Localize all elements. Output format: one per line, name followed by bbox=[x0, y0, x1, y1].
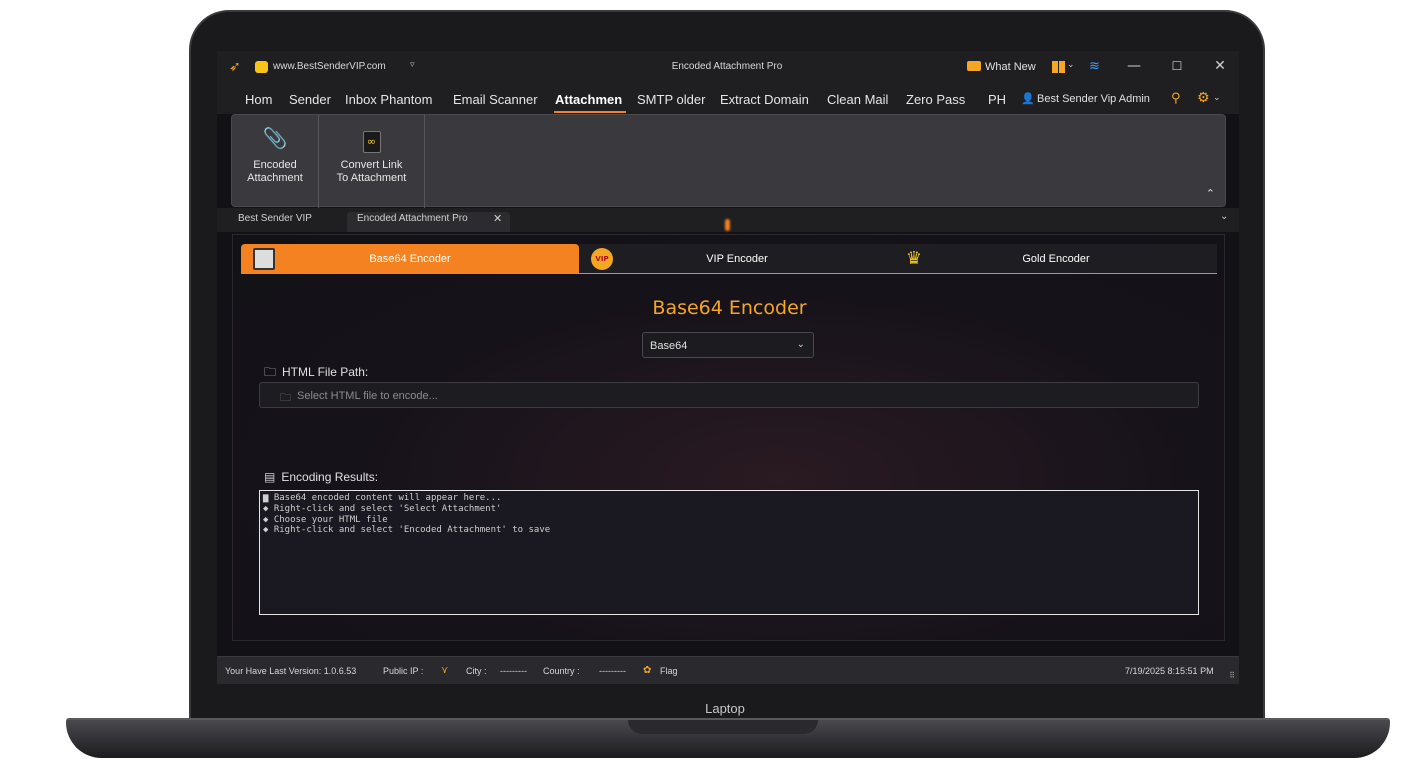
chevron-down-icon[interactable]: ⌄ bbox=[1067, 60, 1075, 70]
gear-icon[interactable]: ⚙ bbox=[1197, 90, 1210, 106]
apps-grid-icon[interactable] bbox=[1052, 61, 1065, 73]
close-button[interactable]: ✕ bbox=[1210, 58, 1230, 74]
tab-best-sender-vip[interactable]: Best Sender VIP bbox=[238, 213, 312, 224]
city-label: City : bbox=[466, 666, 487, 676]
document-icon: ▤ bbox=[264, 470, 276, 484]
html-file-path-input[interactable]: 🗀 Select HTML file to encode... bbox=[259, 382, 1199, 408]
menu-item-extract-domain[interactable]: Extract Domain bbox=[720, 92, 809, 107]
tab-vip-encoder[interactable]: VIP VIP Encoder bbox=[579, 244, 895, 274]
encoding-results-textarea[interactable]: ▆ Base64 encoded content will appear her… bbox=[259, 490, 1199, 615]
file-path-label: 🗀 HTML File Path: bbox=[264, 363, 368, 384]
tab-base64-encoder[interactable]: Base64 Encoder bbox=[241, 244, 579, 274]
site-url[interactable]: www.BestSenderVIP.com bbox=[273, 61, 386, 72]
encoded-attachment-button[interactable]: 📎 Encoded Attachment bbox=[232, 115, 319, 208]
results-label: ▤ Encoding Results: bbox=[264, 470, 379, 484]
city-value: --------- bbox=[500, 666, 527, 676]
maximize-button[interactable]: ☐ bbox=[1167, 59, 1187, 73]
version-text: Your Have Last Version: 1.0.6.53 bbox=[225, 666, 357, 676]
user-icon[interactable]: ⚲ bbox=[1171, 91, 1181, 106]
ip-icon: ⋎ bbox=[441, 665, 449, 676]
whats-new-button[interactable]: What New bbox=[985, 61, 1036, 73]
folder-icon: 🗀 bbox=[264, 365, 277, 379]
flag-icon: ✿ bbox=[643, 665, 652, 676]
admin-name[interactable]: Best Sender Vip Admin bbox=[1037, 93, 1150, 105]
public-ip-label: Public IP : bbox=[383, 666, 424, 676]
menu-item-smtp[interactable]: SMTP older bbox=[637, 92, 705, 107]
wifi-icon: ≋ bbox=[1089, 59, 1100, 74]
main-panel: Base64 Encoder VIP VIP Encoder ♛ Gold En… bbox=[232, 234, 1225, 641]
results-line: ◆ Choose your HTML file bbox=[263, 514, 388, 525]
select-value: Base64 bbox=[650, 340, 688, 352]
title-bar: ➶ www.BestSenderVIP.com ▿ Encoded Attach… bbox=[217, 51, 1239, 84]
country-label: Country : bbox=[543, 666, 580, 676]
datetime: 7/19/2025 8:15:51 PM bbox=[1125, 666, 1214, 676]
ribbon: 📎 Encoded Attachment ∞ Convert Link To A… bbox=[231, 114, 1226, 208]
site-dropdown-icon[interactable]: ▿ bbox=[410, 60, 415, 70]
tab-encoded-attachment-pro[interactable]: Encoded Attachment Pro bbox=[357, 213, 468, 224]
laptop-label: Laptop bbox=[705, 701, 745, 716]
menu-item-zero-pass[interactable]: Zero Pass bbox=[906, 92, 965, 107]
chevron-down-icon[interactable]: ⌄ bbox=[1220, 211, 1228, 222]
whats-new-icon[interactable] bbox=[967, 61, 981, 71]
link-file-icon: ∞ bbox=[319, 125, 424, 153]
ribbon-label: Convert Link To Attachment bbox=[336, 159, 407, 184]
flag-label: Flag bbox=[660, 666, 678, 676]
menu-item-attachment[interactable]: Attachmen bbox=[555, 92, 622, 107]
chevron-down-icon: ⌄ bbox=[796, 339, 805, 350]
window-title: Encoded Attachment Pro bbox=[671, 61, 783, 72]
menu-bar: Hom Sender Inbox Phantom Email Scanner A… bbox=[217, 84, 1239, 114]
laptop-notch bbox=[628, 720, 818, 734]
chevron-up-icon[interactable]: ⌃ bbox=[1206, 187, 1215, 200]
menu-item-home[interactable]: Hom bbox=[245, 92, 272, 107]
app-window: ➶ www.BestSenderVIP.com ▿ Encoded Attach… bbox=[217, 51, 1239, 684]
menu-item-ph[interactable]: PH bbox=[988, 92, 1006, 107]
ribbon-label: Encoded Attachment bbox=[247, 159, 303, 184]
status-bar: Your Have Last Version: 1.0.6.53 Public … bbox=[217, 656, 1239, 684]
menu-item-inbox-phantom[interactable]: Inbox Phantom bbox=[345, 92, 432, 107]
glow-indicator bbox=[725, 219, 730, 231]
folder-icon: 🗀 bbox=[280, 391, 291, 404]
site-icon bbox=[255, 61, 268, 73]
paperclip-icon: 📎 bbox=[262, 126, 288, 150]
page-title: Base64 Encoder bbox=[652, 297, 807, 319]
paper-plane-icon[interactable]: ➶ bbox=[229, 60, 245, 74]
resize-grip-icon[interactable]: ⠿ bbox=[1229, 671, 1235, 680]
tab-gold-encoder[interactable]: ♛ Gold Encoder bbox=[895, 244, 1217, 274]
menu-item-email-scanner[interactable]: Email Scanner bbox=[453, 92, 538, 107]
file-path-placeholder: Select HTML file to encode... bbox=[297, 390, 438, 402]
convert-link-button[interactable]: ∞ Convert Link To Attachment bbox=[319, 115, 425, 208]
results-line: ◆ Right-click and select 'Select Attachm… bbox=[263, 503, 502, 514]
minimize-button[interactable]: — bbox=[1124, 58, 1144, 74]
active-menu-indicator bbox=[554, 111, 626, 113]
menu-item-clean-mail[interactable]: Clean Mail bbox=[827, 92, 888, 107]
results-line: ◆ Right-click and select 'Encoded Attach… bbox=[263, 525, 551, 536]
close-icon[interactable]: ✕ bbox=[493, 212, 502, 225]
encoder-tabs: Base64 Encoder VIP VIP Encoder ♛ Gold En… bbox=[241, 244, 1217, 274]
laptop-mockup: Laptop ➶ www.BestSenderVIP.com ▿ Encoded… bbox=[0, 0, 1424, 780]
menu-item-sender[interactable]: Sender bbox=[289, 92, 331, 107]
admin-icon: 👤 bbox=[1021, 92, 1035, 105]
results-line: ▆ Base64 encoded content will appear her… bbox=[263, 493, 502, 503]
chevron-down-icon[interactable]: ⌄ bbox=[1213, 93, 1221, 103]
country-value: --------- bbox=[599, 666, 626, 676]
encoding-method-select[interactable]: Base64 ⌄ bbox=[642, 332, 814, 358]
